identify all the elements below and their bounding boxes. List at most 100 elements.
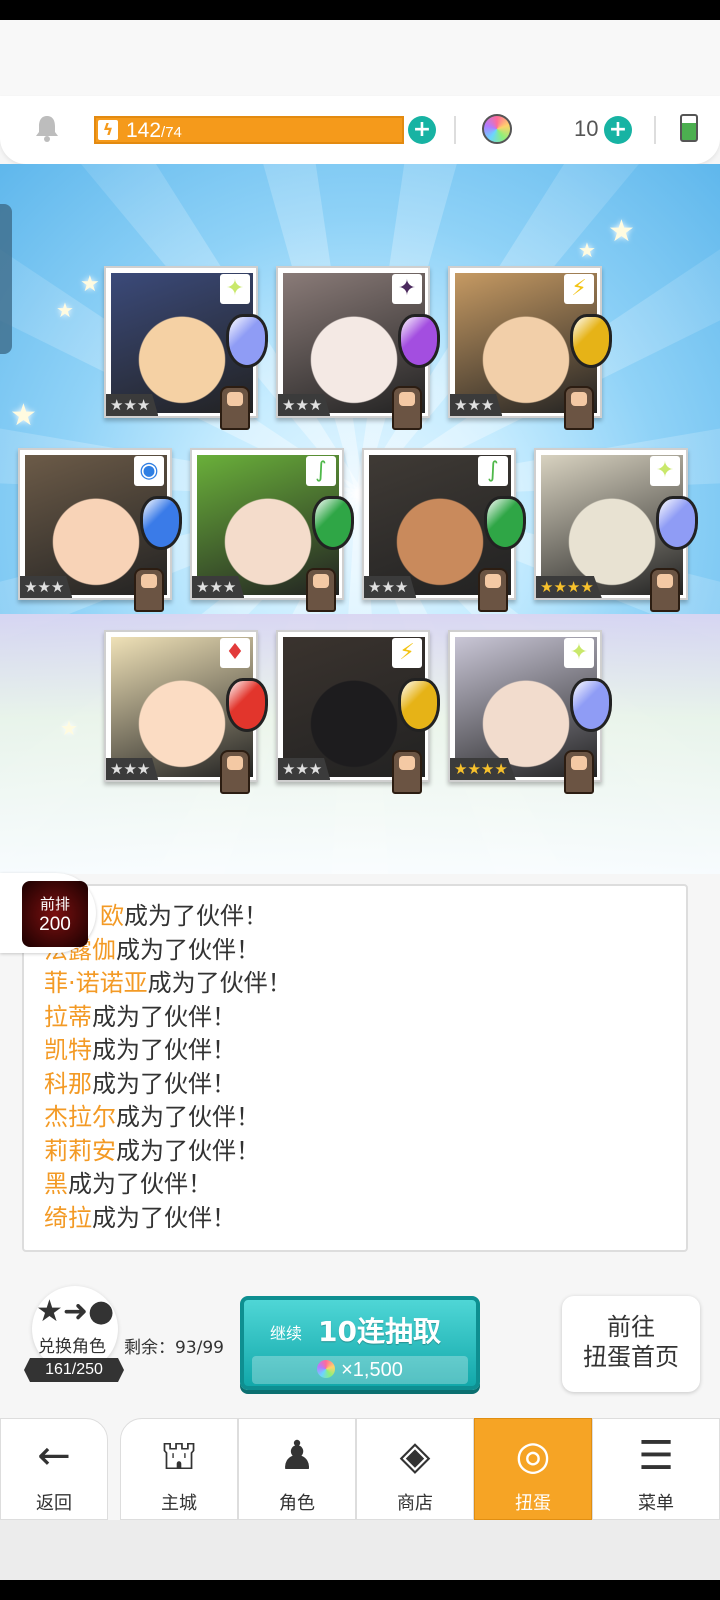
character-card[interactable]: ✦ ★★★★ bbox=[534, 448, 698, 612]
nav-label: 主城 bbox=[161, 1493, 197, 1514]
character-card[interactable]: ⚡ ★★★ bbox=[448, 266, 612, 430]
goto-line2: 扭蛋首页 bbox=[583, 1343, 679, 1371]
character-card[interactable]: ∫ ★★★ bbox=[362, 448, 526, 612]
character-name: 杰拉尔 bbox=[44, 1103, 116, 1131]
pixel-sprite-icon bbox=[478, 568, 508, 612]
divider bbox=[454, 116, 456, 144]
character-card[interactable]: ◉ ★★★ bbox=[18, 448, 182, 612]
rarity-stars: ★★★ bbox=[278, 758, 331, 780]
character-name: 绮拉 bbox=[44, 1203, 92, 1232]
exchange-label: 兑换角色 bbox=[38, 1337, 106, 1357]
rarity-stars: ★★★ bbox=[450, 394, 503, 416]
log-suffix: 成为了伙伴！ bbox=[92, 1002, 236, 1031]
character-card[interactable]: ⚡ ★★★ bbox=[276, 630, 440, 794]
nav-menu-book[interactable]: ☰ 菜单 bbox=[592, 1418, 720, 1520]
castle-icon: ⛫ bbox=[160, 1433, 198, 1479]
nav-character[interactable]: ♟ 角色 bbox=[238, 1418, 356, 1520]
log-entry: 莉莉安成为了伙伴！ bbox=[44, 1135, 686, 1169]
rarity-stars: ★★★ bbox=[278, 394, 331, 416]
pixel-sprite-icon bbox=[392, 750, 422, 794]
thunder-icon: ⚡ bbox=[392, 638, 422, 668]
pull-prefix: 继续 bbox=[270, 1324, 303, 1343]
character-name: 科那 bbox=[44, 1069, 92, 1098]
light-icon: ✦ bbox=[650, 456, 680, 486]
goto-gacha-home-button[interactable]: 前往 扭蛋首页 bbox=[562, 1296, 700, 1392]
nav-back-arrow[interactable]: ← 返回 bbox=[0, 1418, 108, 1520]
log-entry: 杰拉尔成为了伙伴！ bbox=[44, 1101, 686, 1135]
exchange-character-button[interactable]: ★➜● 兑换角色 161/250 bbox=[24, 1286, 124, 1382]
sparkle-star-icon: ★ bbox=[80, 272, 100, 297]
character-name: 黑 bbox=[44, 1170, 68, 1198]
element-crystal-icon bbox=[570, 678, 612, 732]
side-drawer-handle[interactable] bbox=[0, 204, 12, 354]
nav-label: 扭蛋 bbox=[515, 1493, 551, 1514]
energy-gauge: ϟ 142/74 bbox=[94, 116, 404, 144]
character-icon: ♟ bbox=[279, 1433, 315, 1479]
gacha-mirror-icon: ◎ bbox=[515, 1433, 551, 1479]
character-name: 莉莉安 bbox=[44, 1136, 116, 1165]
light-icon: ✦ bbox=[564, 638, 594, 668]
character-card[interactable]: ✦ ★★★★ bbox=[448, 630, 612, 794]
rank-value: 200 bbox=[39, 914, 71, 935]
bottom-nav: ← 返回 ⛫ 主城 ♟ 角色 ◈ 商店 ◎ 扭蛋 ☰ 菜单 bbox=[0, 1418, 720, 1520]
sparkle-star-icon: ★ bbox=[60, 716, 78, 740]
element-crystal-icon bbox=[140, 496, 182, 550]
character-card[interactable]: ✦ ★★★ bbox=[276, 266, 440, 430]
log-suffix: 成为了伙伴！ bbox=[92, 1036, 236, 1064]
rarity-stars: ★★★ bbox=[106, 758, 159, 780]
pixel-sprite-icon bbox=[134, 568, 164, 612]
nav-shop-bag[interactable]: ◈ 商店 bbox=[356, 1418, 474, 1520]
system-status-bar bbox=[0, 0, 720, 20]
add-energy-button[interactable]: + bbox=[408, 116, 436, 144]
nav-label: 商店 bbox=[397, 1493, 433, 1514]
bell-icon[interactable] bbox=[34, 114, 60, 142]
character-name: 菲·诺诺亚 bbox=[44, 969, 148, 997]
log-suffix: 成为了伙伴！ bbox=[124, 902, 268, 930]
log-suffix: 成为了伙伴！ bbox=[116, 1103, 260, 1131]
log-suffix: 成为了伙伴！ bbox=[68, 1170, 212, 1198]
remaining-count: 剩余：93/99 bbox=[124, 1338, 224, 1358]
rarity-stars: ★★★ bbox=[20, 576, 73, 598]
nav-castle[interactable]: ⛫ 主城 bbox=[120, 1418, 238, 1520]
wind-icon: ∫ bbox=[478, 456, 508, 486]
rarity-stars: ★★★★ bbox=[450, 758, 516, 780]
system-nav-bar bbox=[0, 1580, 720, 1600]
element-crystal-icon bbox=[226, 314, 268, 368]
character-name: 拉蒂 bbox=[44, 1002, 92, 1031]
nav-spacer bbox=[0, 1520, 720, 1580]
sparkle-star-icon: ★ bbox=[10, 398, 37, 433]
partner-log-panel: 欧成为了伙伴！ 法露伽成为了伙伴！ 菲·诺诺亚成为了伙伴！ 拉蒂成为了伙伴！ 凯特成为了… bbox=[22, 884, 688, 1252]
thunder-icon: ⚡ bbox=[564, 274, 594, 304]
log-suffix: 成为了伙伴！ bbox=[92, 1069, 236, 1098]
partner-log-list: 欧成为了伙伴！ 法露伽成为了伙伴！ 菲·诺诺亚成为了伙伴！ 拉蒂成为了伙伴！ 凯特成为了… bbox=[24, 886, 686, 1235]
pixel-sprite-icon bbox=[220, 750, 250, 794]
rarity-stars: ★★★ bbox=[364, 576, 417, 598]
nav-gacha-mirror[interactable]: ◎ 扭蛋 bbox=[474, 1418, 592, 1520]
pull-label: 10连抽取 bbox=[318, 1315, 441, 1348]
log-entry: 科那成为了伙伴！ bbox=[44, 1068, 686, 1102]
log-entry: 黑成为了伙伴！ bbox=[44, 1168, 686, 1202]
character-card[interactable]: ♦ ★★★ bbox=[104, 630, 268, 794]
ten-pull-button[interactable]: 继续 10连抽取 ×1,500 bbox=[240, 1296, 480, 1390]
water-icon: ◉ bbox=[134, 456, 164, 486]
element-crystal-icon bbox=[398, 678, 440, 732]
element-crystal-icon bbox=[312, 496, 354, 550]
log-suffix: 成为了伙伴！ bbox=[116, 935, 260, 964]
nav-label: 菜单 bbox=[638, 1493, 674, 1514]
rarity-stars: ★★★★ bbox=[536, 576, 602, 598]
element-crystal-icon bbox=[398, 314, 440, 368]
character-card[interactable]: ∫ ★★★ bbox=[190, 448, 354, 612]
energy-bolt-icon: ϟ bbox=[98, 120, 118, 140]
add-gem-button[interactable]: + bbox=[604, 116, 632, 144]
nav-label: 角色 bbox=[279, 1493, 315, 1514]
dark-icon: ✦ bbox=[392, 274, 422, 304]
pull-cost: ×1,500 bbox=[252, 1356, 468, 1384]
character-card[interactable]: ✦ ★★★ bbox=[104, 266, 268, 430]
sparkle-star-icon: ★ bbox=[578, 238, 596, 262]
rank-badge[interactable]: 前排 200 bbox=[0, 873, 96, 953]
log-entry: 欧成为了伙伴！ bbox=[44, 900, 686, 934]
element-crystal-icon bbox=[656, 496, 698, 550]
element-crystal-icon bbox=[570, 314, 612, 368]
light-icon: ✦ bbox=[220, 274, 250, 304]
pixel-sprite-icon bbox=[564, 750, 594, 794]
